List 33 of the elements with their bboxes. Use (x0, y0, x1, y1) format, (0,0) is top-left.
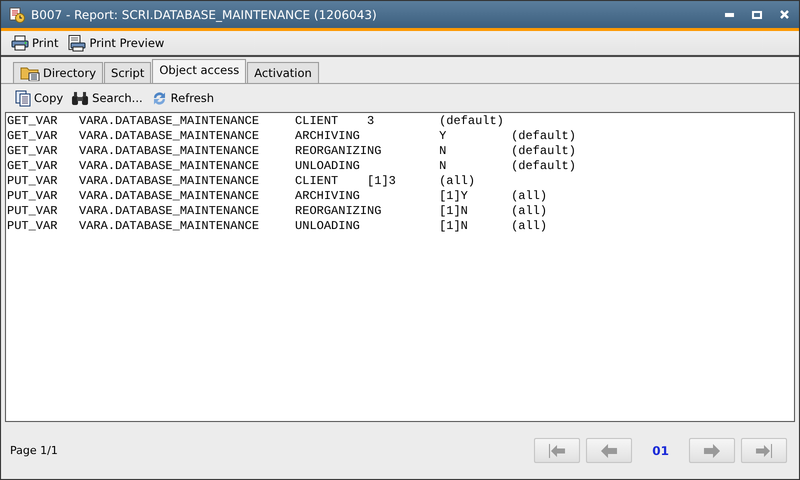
report-line: PUT_VAR VARA.DATABASE_MAINTENANCE UNLOADING [1]N (all) (7, 219, 548, 234)
tab[interactable]: Object access (152, 59, 246, 83)
minimize-icon[interactable] (725, 12, 734, 16)
tab[interactable]: Activation (247, 62, 319, 83)
first-page-icon (548, 444, 566, 458)
maximize-icon[interactable] (752, 10, 762, 18)
tab[interactable]: Directory (13, 62, 104, 83)
action-button[interactable]: Refresh (146, 88, 218, 108)
printer-page-icon (68, 34, 86, 52)
report-line: PUT_VAR VARA.DATABASE_MAINTENANCE REORGANIZING [1]N (all) (7, 204, 548, 219)
tab[interactable]: Script (104, 62, 152, 83)
window-title: B007 - Report: SCRI.DATABASE_MAINTENANCE (1206043) (31, 8, 377, 22)
binoculars-icon (71, 90, 90, 106)
printer-icon (11, 35, 29, 51)
report-line: GET_VAR VARA.DATABASE_MAINTENANCE REORGANIZING N (default) (7, 144, 577, 159)
report-line: GET_VAR VARA.DATABASE_MAINTENANCE UNLOADING N (default) (7, 159, 577, 174)
page-number: 01 (652, 444, 669, 458)
copy-icon (15, 90, 31, 106)
close-icon[interactable] (780, 10, 789, 19)
left-arrow-icon (600, 444, 618, 458)
toolbar-button[interactable]: Print (7, 33, 62, 53)
right-arrow-icon (703, 444, 721, 458)
report-line: GET_VAR VARA.DATABASE_MAINTENANCE ARCHIVING Y (default) (7, 129, 577, 144)
report-line: GET_VAR VARA.DATABASE_MAINTENANCE CLIENT 3 (default) (7, 114, 505, 129)
page-label: Page 1/1 (10, 444, 58, 457)
folder-list-icon (20, 65, 40, 81)
report-line: PUT_VAR VARA.DATABASE_MAINTENANCE ARCHIVING [1]Y (all) (7, 189, 548, 204)
report-line: PUT_VAR VARA.DATABASE_MAINTENANCE CLIENT [1]3 (all) (7, 174, 476, 189)
report-clock-icon (9, 6, 25, 22)
last-page-icon (755, 444, 773, 458)
action-button[interactable]: Copy (11, 88, 68, 108)
action-button[interactable]: Search... (67, 88, 147, 108)
toolbar-button[interactable]: Print Preview (64, 32, 168, 54)
